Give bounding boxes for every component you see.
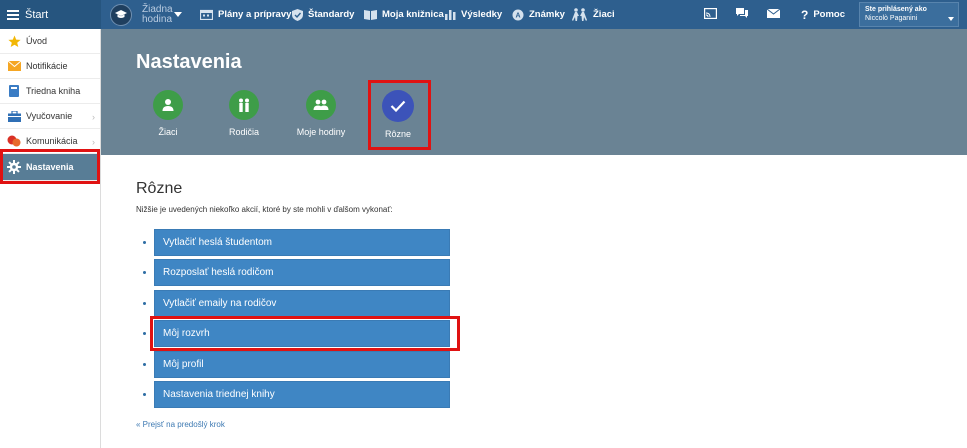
bullet xyxy=(143,301,146,305)
my-timetable-button[interactable]: Môj rozvrh xyxy=(154,320,450,348)
check-icon xyxy=(382,90,414,122)
chat-bubbles-icon xyxy=(735,7,749,22)
sidebar: Úvod Notifikácie Triedna kniha Vyučovani… xyxy=(0,29,101,448)
students-icon xyxy=(572,8,588,21)
user-menu[interactable]: Ste prihlásený ako Niccolò Paganini xyxy=(859,2,959,27)
hamburger-icon xyxy=(7,9,19,20)
mail-icon xyxy=(766,8,781,21)
nav-library-label: Moja knižnica xyxy=(382,9,444,20)
tab-parents[interactable]: Rodičia xyxy=(204,90,284,137)
print-student-passwords-button[interactable]: Vytlačiť heslá študentom xyxy=(154,228,450,256)
sidebar-item-label: Triedna kniha xyxy=(26,86,81,96)
sidebar-item-label: Komunikácia xyxy=(26,136,78,146)
back-link[interactable]: « Prejsť na predošlý krok xyxy=(136,420,225,429)
chevron-right-icon: › xyxy=(92,137,95,147)
help-label: Pomoc xyxy=(813,9,846,20)
sidebar-item-label: Nastavenia xyxy=(26,162,74,172)
cast-icon xyxy=(704,7,718,22)
print-parent-emails-button[interactable]: Vytlačiť emaily na rodičov xyxy=(154,289,450,317)
svg-text:A: A xyxy=(515,12,520,19)
star-icon xyxy=(7,34,21,48)
tab-my-lessons[interactable]: Moje hodiny xyxy=(281,90,361,137)
list-item: Môj rozvrh xyxy=(143,319,463,350)
user-caption: Ste prihlásený ako xyxy=(865,6,927,13)
lesson-selector[interactable]: Žiadna hodina xyxy=(110,2,182,27)
chevron-right-icon: › xyxy=(92,112,95,122)
chevron-down-icon xyxy=(948,17,954,21)
list-item: Nastavenia triednej knihy xyxy=(143,380,463,411)
sidebar-item-settings[interactable]: Nastavenia xyxy=(0,154,100,181)
sidebar-item-notifications[interactable]: Notifikácie xyxy=(0,54,100,79)
sidebar-item-communication[interactable]: Komunikácia › xyxy=(0,129,100,154)
parents-icon xyxy=(229,90,259,120)
calendar-icon xyxy=(200,9,213,20)
section-description: Nižšie je uvedených niekoľko akcií, ktor… xyxy=(136,205,393,214)
list-item: Vytlačiť heslá študentom xyxy=(143,227,463,258)
sidebar-item-teaching[interactable]: Vyučovanie › xyxy=(0,104,100,129)
sidebar-item-label: Vyučovanie xyxy=(26,111,73,121)
messages-button[interactable] xyxy=(735,0,749,29)
tab-misc[interactable]: Rôzne xyxy=(358,90,438,139)
bullet xyxy=(143,271,146,275)
start-label: Štart xyxy=(25,8,49,21)
nav-library[interactable]: Moja knižnica xyxy=(364,0,444,29)
nav-standards[interactable]: Štandardy xyxy=(292,0,354,29)
bullet xyxy=(143,332,146,336)
nav-results[interactable]: Výsledky xyxy=(445,0,502,29)
nav-students[interactable]: Žiaci xyxy=(572,0,615,29)
action-list: Vytlačiť heslá študentom Rozposlať heslá… xyxy=(143,227,463,410)
tab-label: Rodičia xyxy=(228,127,259,137)
list-item: Môj profil xyxy=(143,349,463,380)
nav-plans[interactable]: Plány a prípravy xyxy=(200,0,291,29)
chevron-down-icon xyxy=(174,12,182,17)
bullet xyxy=(143,362,146,366)
gear-icon xyxy=(7,160,21,174)
send-parent-passwords-button[interactable]: Rozposlať heslá rodičom xyxy=(154,259,450,287)
briefcase-icon xyxy=(7,109,21,123)
lesson-label: Žiadna hodina xyxy=(142,3,173,25)
section-title: Rôzne xyxy=(136,180,183,197)
sidebar-item-label: Notifikácie xyxy=(26,61,68,71)
book-icon xyxy=(7,84,21,98)
sidebar-item-class-book[interactable]: Triedna kniha xyxy=(0,79,100,104)
nav-plans-label: Plány a prípravy xyxy=(218,9,292,20)
person-icon xyxy=(153,90,183,120)
nav-standards-label: Štandardy xyxy=(308,9,355,20)
top-bar: Štart Žiadna hodina Plány a prípravy Šta… xyxy=(0,0,967,29)
chat-icon xyxy=(7,134,21,148)
group-icon xyxy=(306,90,336,120)
my-profile-button[interactable]: Môj profil xyxy=(154,350,450,378)
start-menu-button[interactable]: Štart xyxy=(0,0,101,29)
tab-students[interactable]: Žiaci xyxy=(128,90,208,137)
list-item: Vytlačiť emaily na rodičov xyxy=(143,288,463,319)
mail-button[interactable] xyxy=(766,0,781,29)
nav-grades-label: Známky xyxy=(529,9,565,20)
sidebar-item-label: Úvod xyxy=(26,36,48,46)
grades-icon: A xyxy=(512,9,524,21)
class-book-settings-button[interactable]: Nastavenia triednej knihy xyxy=(154,381,450,409)
tab-label: Moje hodiny xyxy=(296,127,346,137)
library-icon xyxy=(364,9,377,20)
bar-chart-icon xyxy=(445,9,456,20)
shield-icon xyxy=(292,8,303,21)
envelope-icon xyxy=(7,59,21,73)
question-mark-icon: ? xyxy=(801,7,809,22)
help-button[interactable]: ? Pomoc xyxy=(801,0,845,29)
settings-header: Nastavenia Žiaci Rodičia Moje hodiny Rôz… xyxy=(101,29,967,155)
bullet xyxy=(143,393,146,397)
list-item: Rozposlať heslá rodičom xyxy=(143,258,463,289)
graduation-cap-icon xyxy=(110,3,132,26)
page-title: Nastavenia xyxy=(136,51,242,73)
nav-results-label: Výsledky xyxy=(461,9,503,20)
sidebar-item-home[interactable]: Úvod xyxy=(0,29,100,54)
nav-grades[interactable]: A Známky xyxy=(512,0,565,29)
nav-students-label: Žiaci xyxy=(593,9,615,20)
cast-button[interactable] xyxy=(704,0,718,29)
user-name: Niccolò Paganini xyxy=(865,15,918,22)
bullet xyxy=(143,240,146,244)
tab-label: Žiaci xyxy=(158,127,178,137)
tab-label: Rôzne xyxy=(384,129,411,139)
